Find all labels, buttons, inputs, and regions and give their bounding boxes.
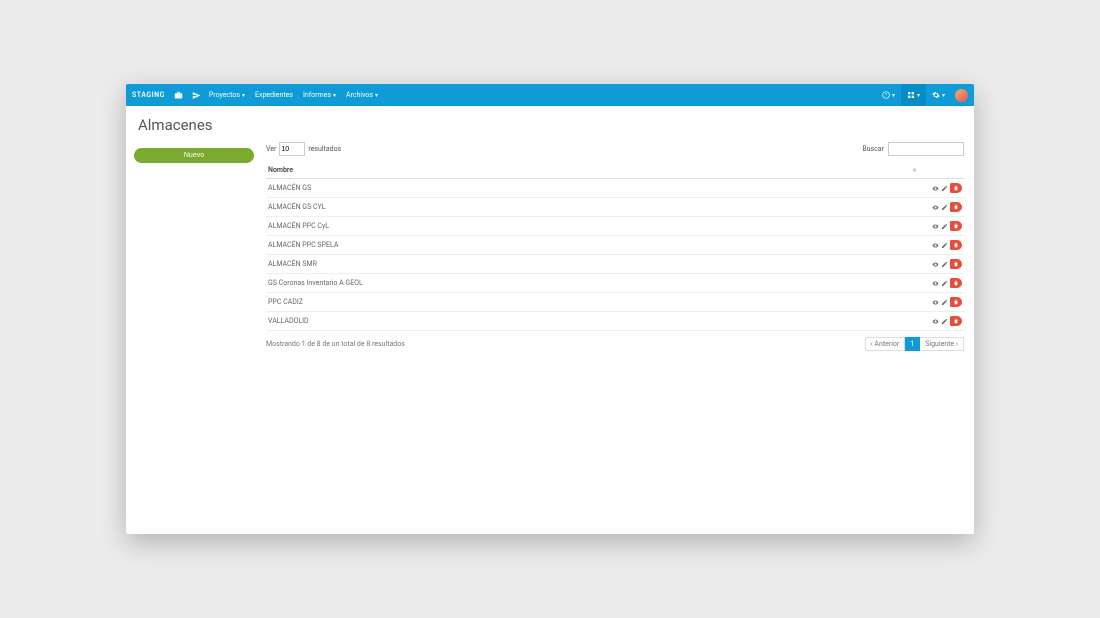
pager-prev[interactable]: ‹ Anterior — [865, 337, 906, 351]
cell-actions — [920, 217, 964, 236]
delete-icon[interactable] — [950, 221, 962, 231]
edit-icon[interactable] — [941, 204, 948, 211]
main-panel: Ver resultados Buscar Nombre ▴ — [262, 142, 974, 534]
nav-link-label: Proyectos — [209, 91, 240, 99]
page-header: Almacenes — [126, 106, 974, 142]
delete-icon[interactable] — [950, 278, 962, 288]
search-label: Buscar — [862, 145, 884, 153]
sidebar: Nuevo — [126, 142, 262, 534]
page-title: Almacenes — [138, 116, 962, 134]
edit-icon[interactable] — [941, 223, 948, 230]
view-icon[interactable] — [932, 299, 939, 306]
cell-actions — [920, 179, 964, 198]
cell-actions — [920, 255, 964, 274]
cell-nombre: ALMACÉN SMR — [266, 255, 920, 274]
table-row: VALLADOLID — [266, 312, 964, 331]
table-row: PPC CADIZ — [266, 293, 964, 312]
chevron-down-icon: ▾ — [917, 92, 920, 99]
nav-link-label: Archivos — [346, 91, 373, 99]
data-table: Nombre ▴ ALMACÉN GSALMACÉN GS CYLALMACÉN… — [266, 162, 964, 331]
table-info: Mostrando 1 de 8 de un total de 8 result… — [266, 340, 865, 348]
table-row: ALMACÉN PPC SPELA — [266, 236, 964, 255]
navbar: STAGING Proyectos ▾ Expedientes Informes… — [126, 84, 974, 106]
send-icon[interactable] — [191, 89, 203, 101]
edit-icon[interactable] — [941, 318, 948, 325]
edit-icon[interactable] — [941, 242, 948, 249]
table-row: ALMACÉN GS — [266, 179, 964, 198]
cell-nombre: ALMACÉN GS CYL — [266, 198, 920, 217]
table-toolbar: Ver resultados Buscar — [266, 142, 964, 156]
table-row: ALMACÉN GS CYL — [266, 198, 964, 217]
view-icon[interactable] — [932, 280, 939, 287]
content: Nuevo Ver resultados Buscar Nombre ▴ — [126, 142, 974, 534]
length-suffix: resultados — [308, 145, 341, 153]
cell-nombre: ALMACÉN GS — [266, 179, 920, 198]
table-footer: Mostrando 1 de 8 de un total de 8 result… — [266, 337, 964, 351]
cell-actions — [920, 312, 964, 331]
col-nombre[interactable]: Nombre ▴ — [266, 162, 920, 179]
col-actions — [920, 162, 964, 179]
brand: STAGING — [132, 91, 165, 99]
app-window: STAGING Proyectos ▾ Expedientes Informes… — [126, 84, 974, 534]
cell-nombre: GS Coronas Inventario A GEOL — [266, 274, 920, 293]
view-icon[interactable] — [932, 204, 939, 211]
pager-next[interactable]: Siguiente › — [920, 337, 964, 351]
avatar[interactable] — [955, 89, 968, 102]
table-row: GS Coronas Inventario A GEOL — [266, 274, 964, 293]
chevron-down-icon: ▾ — [375, 92, 378, 99]
nav-expedientes[interactable]: Expedientes — [255, 91, 293, 99]
pager-page-1[interactable]: 1 — [905, 337, 920, 351]
edit-icon[interactable] — [941, 261, 948, 268]
briefcase-icon[interactable] — [173, 89, 185, 101]
chevron-down-icon: ▾ — [892, 92, 895, 99]
edit-icon[interactable] — [941, 185, 948, 192]
chevron-down-icon: ▾ — [942, 92, 945, 99]
nav-archivos[interactable]: Archivos ▾ — [346, 91, 378, 99]
view-icon[interactable] — [932, 223, 939, 230]
chevron-down-icon: ▾ — [333, 92, 336, 99]
delete-icon[interactable] — [950, 183, 962, 193]
view-icon[interactable] — [932, 261, 939, 268]
length-select[interactable] — [279, 142, 305, 156]
nav-link-label: Informes — [303, 91, 331, 99]
col-nombre-label: Nombre — [268, 166, 293, 174]
view-icon[interactable] — [932, 185, 939, 192]
edit-icon[interactable] — [941, 280, 948, 287]
cell-nombre: ALMACÉN PPC SPELA — [266, 236, 920, 255]
grid-menu[interactable]: ▾ — [901, 84, 926, 106]
pager: ‹ Anterior 1 Siguiente › — [865, 337, 964, 351]
delete-icon[interactable] — [950, 240, 962, 250]
delete-icon[interactable] — [950, 259, 962, 269]
nav-informes[interactable]: Informes ▾ — [303, 91, 336, 99]
length-prefix: Ver — [266, 145, 276, 153]
cell-actions — [920, 236, 964, 255]
navbar-right: ? ▾ ▾ ▾ — [876, 84, 968, 106]
search-input[interactable] — [888, 142, 964, 156]
cell-actions — [920, 198, 964, 217]
new-button[interactable]: Nuevo — [134, 148, 254, 163]
edit-icon[interactable] — [941, 299, 948, 306]
delete-icon[interactable] — [950, 202, 962, 212]
settings-menu[interactable]: ▾ — [926, 84, 951, 106]
help-menu[interactable]: ? ▾ — [876, 84, 901, 106]
cell-nombre: ALMACÉN PPC CyL — [266, 217, 920, 236]
delete-icon[interactable] — [950, 316, 962, 326]
table-row: ALMACÉN SMR — [266, 255, 964, 274]
delete-icon[interactable] — [950, 297, 962, 307]
sort-icon: ▴ — [913, 166, 916, 173]
view-icon[interactable] — [932, 318, 939, 325]
cell-actions — [920, 293, 964, 312]
table-row: ALMACÉN PPC CyL — [266, 217, 964, 236]
cell-actions — [920, 274, 964, 293]
cell-nombre: VALLADOLID — [266, 312, 920, 331]
view-icon[interactable] — [932, 242, 939, 249]
nav-proyectos[interactable]: Proyectos ▾ — [209, 91, 245, 99]
chevron-down-icon: ▾ — [242, 92, 245, 99]
cell-nombre: PPC CADIZ — [266, 293, 920, 312]
nav-link-label: Expedientes — [255, 91, 293, 99]
